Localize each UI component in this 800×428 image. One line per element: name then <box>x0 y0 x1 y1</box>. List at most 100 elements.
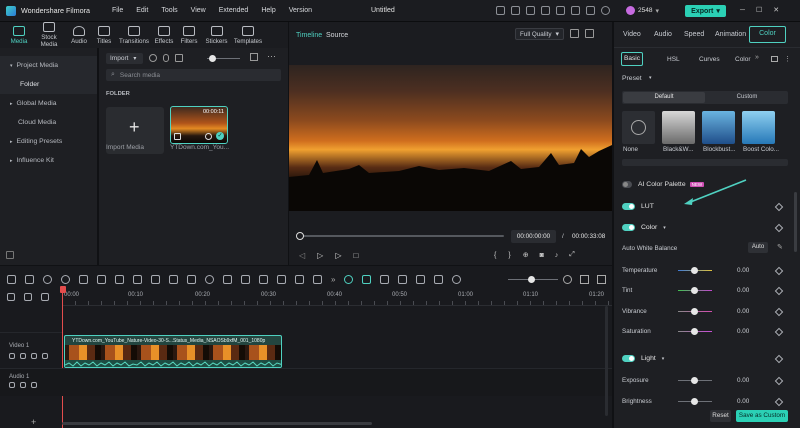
speaker-icon[interactable] <box>31 382 37 388</box>
download-icon[interactable] <box>526 6 535 15</box>
avatar[interactable] <box>626 6 635 15</box>
light-keyframe-icon[interactable] <box>774 354 784 364</box>
menu-edit[interactable]: Edit <box>136 7 148 14</box>
magnet-icon[interactable] <box>434 275 444 284</box>
temperature-keyframe-icon[interactable] <box>774 266 784 276</box>
search-input[interactable]: ⌕ Search media <box>106 69 281 81</box>
image-icon[interactable] <box>175 54 183 62</box>
saturation-value[interactable]: 0.00 <box>737 328 749 335</box>
chevron-down-icon[interactable]: ▾ <box>662 356 665 362</box>
voiceover-icon[interactable] <box>398 275 408 284</box>
tab-timeline[interactable]: Timeline <box>296 32 322 39</box>
sidebar-item-global-media[interactable]: ▸ Global Media <box>0 94 97 113</box>
tint-knob[interactable] <box>691 287 698 294</box>
subtab-curves[interactable]: Curves <box>699 56 720 63</box>
more-tools-icon[interactable]: » <box>331 275 335 284</box>
sidebar-item-folder[interactable]: Folder <box>0 75 97 94</box>
import-dropdown[interactable]: Import ▾ <box>106 53 143 64</box>
current-time-field[interactable]: 00:00:00:00 <box>511 230 556 243</box>
volume-icon[interactable]: ♪ <box>555 252 559 259</box>
cloud-icon[interactable] <box>556 6 565 15</box>
save-icon[interactable] <box>571 6 580 15</box>
playhead-knob[interactable] <box>296 232 304 240</box>
brightness-value[interactable]: 0.00 <box>737 398 749 405</box>
temperature-value[interactable]: 0.00 <box>737 267 749 274</box>
media-clip-thumbnail[interactable]: 00:00:11 ✓ <box>170 106 228 144</box>
fullscreen-icon[interactable] <box>585 29 594 38</box>
audio-tool-icon[interactable] <box>223 275 232 284</box>
record-icon[interactable] <box>149 54 157 62</box>
lut-toggle[interactable] <box>622 203 635 210</box>
track-video-icon[interactable] <box>9 353 15 359</box>
export-button[interactable]: Export ▾ <box>685 5 726 17</box>
menu-tools[interactable]: Tools <box>161 7 177 14</box>
light-toggle[interactable] <box>622 355 635 362</box>
timer-icon[interactable] <box>205 275 214 284</box>
color-keyframe-icon[interactable] <box>774 223 784 233</box>
playback-progress-bar[interactable] <box>299 235 504 237</box>
tint-keyframe-icon[interactable] <box>774 286 784 296</box>
brightness-keyframe-icon[interactable] <box>774 397 784 407</box>
audio-mixer-icon[interactable] <box>416 275 426 284</box>
zoom-slider[interactable] <box>207 55 240 62</box>
share-icon[interactable] <box>496 6 505 15</box>
filter-icon[interactable] <box>250 53 258 61</box>
mark-in-icon[interactable]: { <box>494 252 496 259</box>
playhead-line[interactable] <box>62 286 63 428</box>
tab-source[interactable]: Source <box>326 32 348 39</box>
minimize-icon[interactable]: ─ <box>740 7 745 14</box>
tab-stock-media[interactable]: Stock Media <box>32 22 66 48</box>
add-track-plus-icon[interactable]: + <box>31 417 36 427</box>
grid-icon[interactable] <box>7 275 16 284</box>
vibrance-keyframe-icon[interactable] <box>774 307 784 317</box>
timeline-zoom-slider[interactable] <box>508 276 558 283</box>
microphone-icon[interactable] <box>163 54 169 62</box>
sidebar-item-influence-kit[interactable]: ▸ Influence Kit <box>0 151 97 170</box>
motion-icon[interactable] <box>277 275 286 284</box>
tab-filters[interactable]: Filters <box>177 25 201 45</box>
mark-out-icon[interactable]: } <box>508 252 510 259</box>
speed-icon[interactable] <box>151 275 160 284</box>
expand-icon[interactable]: ⤢ <box>569 251 575 259</box>
auto-button[interactable]: Auto <box>748 242 768 253</box>
snapshot-icon[interactable] <box>511 6 520 15</box>
quality-dropdown[interactable]: Full Quality ▾ <box>515 28 564 40</box>
preset-tab-default[interactable]: Default <box>623 92 705 103</box>
tab-color[interactable]: Color <box>749 26 786 43</box>
exposure-knob[interactable] <box>691 377 698 384</box>
menu-extended[interactable]: Extended <box>219 7 249 14</box>
exposure-keyframe-icon[interactable] <box>774 376 784 386</box>
notification-icon[interactable] <box>601 6 610 15</box>
tint-value[interactable]: 0.00 <box>737 287 749 294</box>
color-toggle[interactable] <box>622 224 635 231</box>
time-ruler[interactable]: 00:00 00:10 00:20 00:30 00:40 00:50 01:0… <box>62 286 612 306</box>
preset-blockbuster[interactable] <box>702 111 735 144</box>
text-tool-icon[interactable] <box>133 275 142 284</box>
lock-icon[interactable] <box>20 382 26 388</box>
panel-scrollbar[interactable] <box>794 192 797 252</box>
tab-transitions[interactable]: Transitions <box>117 25 151 45</box>
preset-boost-color[interactable] <box>742 111 775 144</box>
tab-speed[interactable]: Speed <box>684 31 704 38</box>
add-track-icon[interactable] <box>24 293 32 301</box>
credits[interactable]: 2548 ▾ <box>626 6 659 15</box>
exposure-value[interactable]: 0.00 <box>737 377 749 384</box>
snapshot-tl-icon[interactable] <box>380 275 390 284</box>
monitor-icon[interactable] <box>541 6 550 15</box>
subtab-color-wheels[interactable]: Color <box>735 56 751 63</box>
vibrance-value[interactable]: 0.00 <box>737 308 749 315</box>
preset-none[interactable] <box>622 111 655 144</box>
zoom-icon[interactable]: ⊕ <box>523 251 529 259</box>
folder-add-icon[interactable] <box>6 251 14 259</box>
select-icon[interactable] <box>25 275 34 284</box>
lut-keyframe-icon[interactable] <box>774 202 784 212</box>
more-options-icon[interactable]: ⋯ <box>267 51 276 62</box>
tab-titles[interactable]: Titles <box>92 25 116 45</box>
zoom-out-icon[interactable] <box>452 275 462 284</box>
delete-icon[interactable] <box>79 275 88 284</box>
split-icon[interactable] <box>97 275 106 284</box>
chevron-down-icon[interactable]: ▾ <box>663 225 666 231</box>
more-options-icon[interactable]: ⋮ <box>784 55 791 63</box>
saturation-knob[interactable] <box>691 328 698 335</box>
help-icon[interactable] <box>586 6 595 15</box>
